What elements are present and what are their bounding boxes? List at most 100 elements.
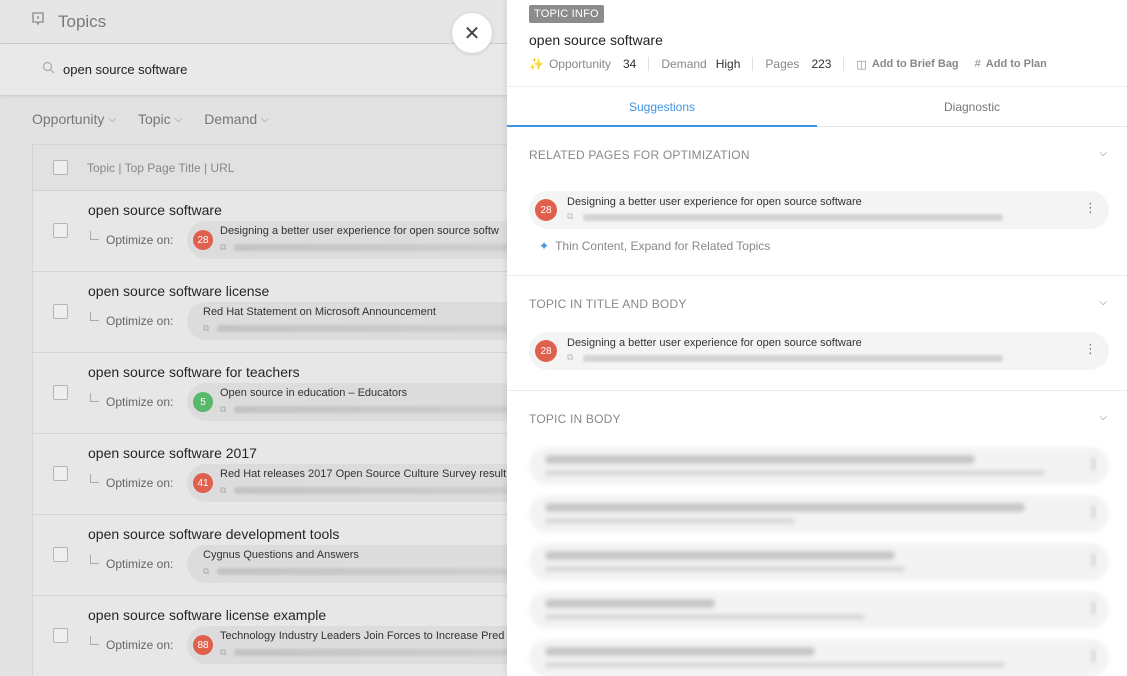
opportunity-stat: ✨ Opportunity 34 [529,57,636,71]
table-row[interactable]: open source software Optimize on: 28 Des… [33,191,507,272]
page-pill[interactable]: Red Hat Statement on Microsoft Announcem… [187,302,507,340]
row-topic[interactable]: open source software development tools [88,526,339,542]
table-row[interactable]: open source software 2017 Optimize on: 4… [33,434,507,515]
related-page-card[interactable]: 28 Designing a better user experience fo… [529,191,1109,229]
chevron-down-icon: ⌵ [261,113,269,125]
add-to-brief-bag-button[interactable]: ◫ Add to Brief Bag [856,58,958,71]
filter-topic[interactable]: Topic ⌵ [138,111,182,127]
search-input[interactable]: open source software [63,62,187,77]
close-button[interactable]: ✕ [452,13,492,53]
stat-divider [648,57,650,71]
more-options-icon[interactable] [1092,457,1095,471]
optimize-label: Optimize on: [106,233,174,247]
page-title-text: Designing a better user experience for o… [220,225,499,237]
row-checkbox[interactable] [53,385,68,400]
select-all-checkbox[interactable] [53,160,68,175]
row-topic[interactable]: open source software for teachers [88,364,300,380]
blurred-page-card[interactable] [529,495,1109,533]
more-options-icon[interactable] [1092,601,1095,615]
page-pill[interactable]: 41 Red Hat releases 2017 Open Source Cul… [187,464,507,502]
filter-opportunity[interactable]: Opportunity ⌵ [32,111,116,127]
tab-diagnostic[interactable]: Diagnostic [817,87,1127,126]
page-pill[interactable]: 5 Open source in education – Educators ⧉ [187,383,507,421]
row-topic[interactable]: open source software [88,202,222,218]
more-options-icon[interactable]: ⋮ [1084,342,1097,355]
blurred-url [545,566,905,572]
chevron-down-icon[interactable]: ⌵ [1099,412,1107,423]
row-checkbox[interactable] [53,304,68,319]
page-pill[interactable]: 28 Designing a better user experience fo… [187,221,507,259]
score-badge: 88 [193,635,213,655]
row-topic[interactable]: open source software 2017 [88,445,257,461]
table-row[interactable]: open source software license Optimize on… [33,272,507,353]
blurred-page-card[interactable] [529,447,1109,485]
score-badge: 28 [535,340,557,362]
page-pill[interactable]: 88 Technology Industry Leaders Join Forc… [187,626,507,664]
topics-panel: Topics open source software Opportunity ⌵… [0,0,507,676]
chevron-down-icon: ⌵ [108,113,116,125]
row-topic[interactable]: open source software license [88,283,269,299]
sparkle-icon: ✨ [529,57,544,71]
tree-connector [90,555,99,564]
title-body-page-card[interactable]: 28 Designing a better user experience fo… [529,332,1109,370]
blurred-page-card[interactable] [529,591,1109,629]
table-row[interactable]: open source software development tools O… [33,515,507,596]
chevron-down-icon[interactable]: ⌵ [1099,297,1107,308]
tree-connector [90,474,99,483]
topic-title: open source software [529,32,663,48]
row-checkbox[interactable] [53,628,68,643]
blurred-page-card[interactable] [529,639,1109,676]
chevron-down-icon[interactable]: ⌵ [1099,148,1107,159]
blurred-page-card[interactable] [529,543,1109,581]
tab-suggestions[interactable]: Suggestions [507,87,817,127]
plan-label: Add to Plan [985,58,1047,70]
page-title-text: Cygnus Questions and Answers [203,549,359,561]
table-row[interactable]: open source software for teachers Optimi… [33,353,507,434]
external-link-icon[interactable]: ⧉ [220,242,226,253]
page-title-text: Designing a better user experience for o… [567,196,862,208]
row-checkbox[interactable] [53,466,68,481]
search-bar[interactable]: open source software [0,44,507,96]
section-heading-body: TOPIC IN BODY [529,412,621,426]
page-url-blurred [583,214,1003,221]
score-badge: 28 [535,199,557,221]
blurred-title [545,551,895,560]
row-checkbox[interactable] [53,223,68,238]
page-title-text: Open source in education – Educators [220,387,408,399]
row-checkbox[interactable] [53,547,68,562]
hint-text: Thin Content, Expand for Related Topics [555,239,771,253]
blurred-title [545,503,1025,512]
more-options-icon[interactable] [1092,505,1095,519]
page-url-blurred [217,325,507,332]
external-link-icon[interactable]: ⧉ [220,404,226,415]
external-link-icon[interactable]: ⧉ [220,647,226,658]
add-to-plan-button[interactable]: # Add to Plan [975,58,1047,70]
row-topic[interactable]: open source software license example [88,607,326,623]
more-options-icon[interactable]: ⋮ [1084,201,1097,214]
external-link-icon[interactable]: ⧉ [203,566,209,577]
optimize-label: Optimize on: [106,638,174,652]
external-link-icon[interactable]: ⧉ [567,352,573,363]
blurred-url [545,470,1045,476]
blurred-url [545,662,1005,668]
external-link-icon[interactable]: ⧉ [220,485,226,496]
tree-connector [90,231,99,240]
external-link-icon[interactable]: ⧉ [567,211,573,222]
blurred-title [545,647,815,656]
page-title: Topics [58,11,107,31]
more-options-icon[interactable] [1092,649,1095,663]
page-url-blurred [234,487,507,494]
brief-bag-label: Add to Brief Bag [871,58,959,70]
section-divider [507,275,1127,276]
page-pill[interactable]: Cygnus Questions and Answers ⧉ [187,545,507,583]
tree-connector [90,636,99,645]
filter-demand[interactable]: Demand ⌵ [204,111,269,127]
page-title-text: Red Hat Statement on Microsoft Announcem… [203,306,436,318]
demand-label: Demand [661,57,707,71]
table-row[interactable]: open source software license example Opt… [33,596,507,676]
filter-label: Topic [137,111,171,127]
more-options-icon[interactable] [1092,553,1095,567]
external-link-icon[interactable]: ⧉ [203,323,209,334]
chevron-down-icon: ⌵ [174,113,183,125]
optimize-label: Optimize on: [106,476,174,490]
